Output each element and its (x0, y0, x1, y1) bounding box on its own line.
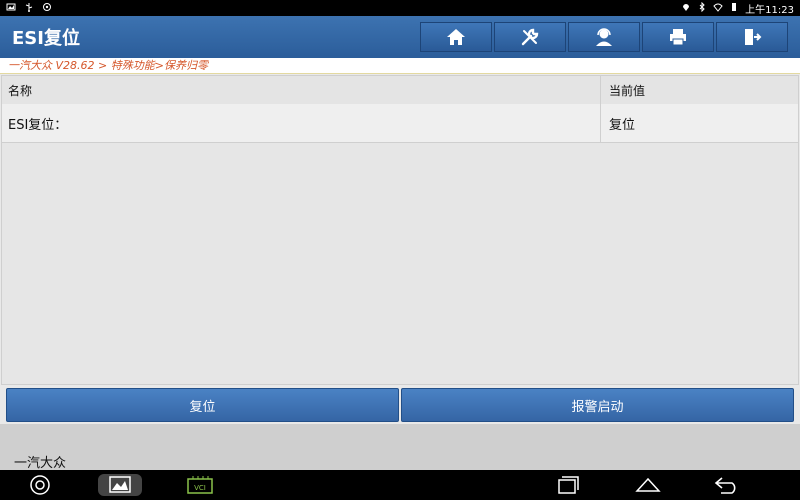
usb-icon (24, 2, 34, 15)
breadcrumb: 一汽大众 V28.62 > 特殊功能>保养归零 (0, 58, 800, 74)
support-button[interactable] (568, 22, 640, 52)
row-value: 复位 (600, 104, 798, 142)
gallery-icon[interactable] (98, 474, 142, 496)
alarm-start-button[interactable]: 报警启动 (401, 388, 794, 422)
wifi-icon (713, 2, 723, 15)
home-nav-icon[interactable] (634, 474, 662, 496)
status-time: 上午11:23 (745, 5, 794, 16)
data-table: 名称 当前值 ESI复位： 复位 (1, 75, 799, 385)
printer-icon (670, 29, 686, 46)
nav-bar: VCI (0, 470, 800, 500)
print-button[interactable] (642, 22, 714, 52)
page-title: ESI复位 (12, 28, 80, 49)
toolbar (420, 22, 788, 52)
browser-icon[interactable] (28, 474, 52, 496)
image-icon (6, 2, 16, 15)
bluetooth-icon (697, 2, 707, 15)
vci-label: VCI (194, 484, 206, 492)
vci-icon[interactable]: VCI (186, 474, 214, 496)
app-header: ESI复位 (0, 16, 800, 58)
row-name: ESI复位： (8, 117, 68, 133)
status-bar: 上午11:23 (0, 0, 800, 16)
exit-icon (745, 29, 762, 45)
table-header: 名称 当前值 (2, 76, 798, 105)
footer: 一汽大众 (0, 424, 800, 471)
user-support-icon (596, 28, 612, 46)
home-button[interactable] (420, 22, 492, 52)
settings-icon (42, 2, 52, 15)
diagnose-button[interactable] (494, 22, 566, 52)
wrench-icon (521, 28, 539, 46)
exit-button[interactable] (716, 22, 788, 52)
reset-button[interactable]: 复位 (6, 388, 399, 422)
vehicle-name: 一汽大众 (14, 456, 67, 471)
battery-icon (729, 2, 739, 15)
location-icon (681, 2, 691, 15)
action-bar: 复位 报警启动 (6, 388, 794, 422)
header-name: 名称 (8, 83, 33, 98)
table-row[interactable]: ESI复位： 复位 (2, 104, 798, 143)
recent-apps-icon[interactable] (555, 474, 581, 496)
header-value: 当前值 (600, 76, 798, 104)
back-icon[interactable] (713, 474, 741, 496)
home-icon (447, 29, 465, 45)
